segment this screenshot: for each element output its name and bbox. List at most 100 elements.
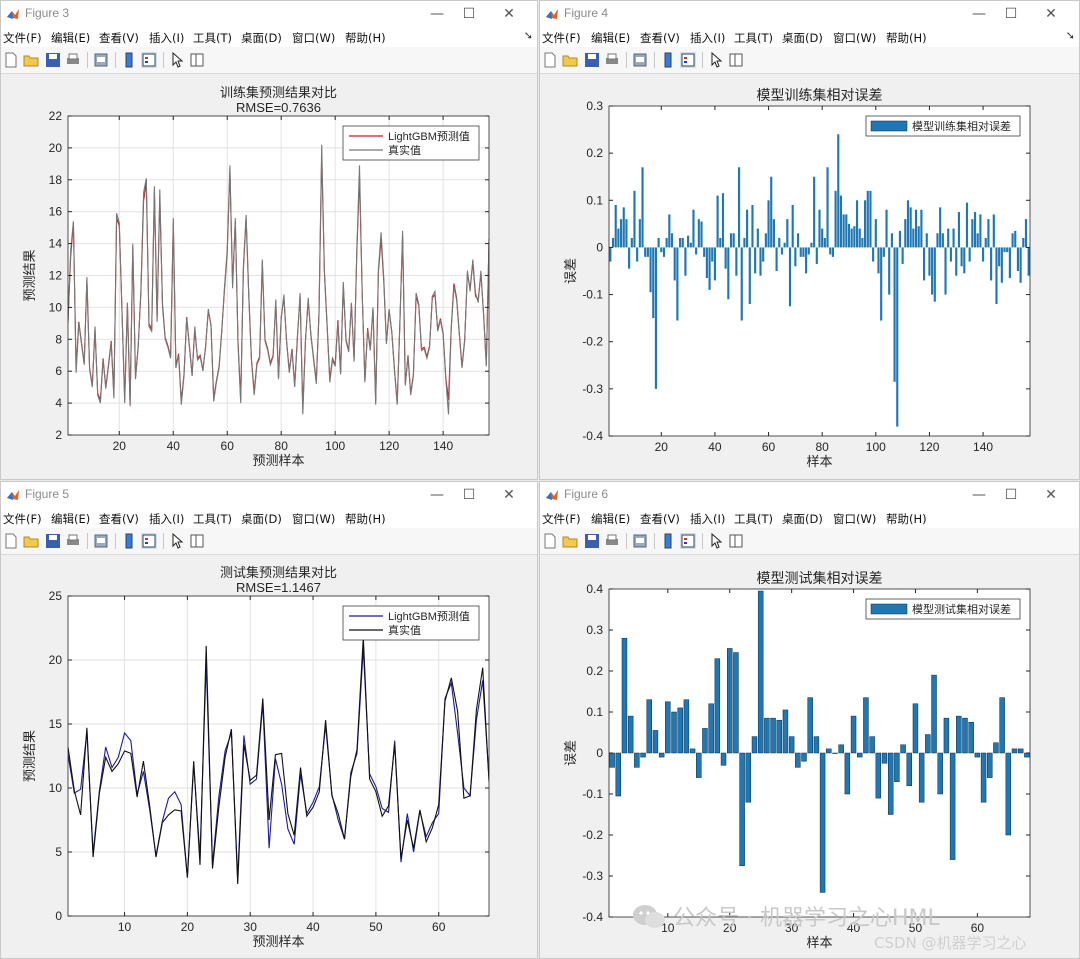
new-figure-icon[interactable] xyxy=(542,533,558,549)
window-titlebar[interactable]: Figure 3 — ☐ ✕ xyxy=(1,1,537,27)
dock-arrow-icon[interactable]: ➘ xyxy=(524,29,533,42)
legend-icon[interactable] xyxy=(680,52,696,68)
window-titlebar[interactable]: Figure 6 — ☐ ✕ xyxy=(540,482,1079,508)
menu-view[interactable]: 查看(V) xyxy=(99,511,139,527)
print-preview-icon[interactable] xyxy=(632,533,648,549)
property-editor-icon[interactable] xyxy=(728,533,744,549)
menu-view[interactable]: 查看(V) xyxy=(640,511,680,527)
save-icon[interactable] xyxy=(45,52,61,68)
open-file-icon[interactable] xyxy=(23,533,39,549)
minimize-icon[interactable]: — xyxy=(963,484,995,506)
colorbar-icon[interactable] xyxy=(660,533,676,549)
property-editor-icon[interactable] xyxy=(728,52,744,68)
error-bar xyxy=(767,200,770,248)
menu-insert[interactable]: 插入(I) xyxy=(149,511,184,527)
print-icon[interactable] xyxy=(604,52,620,68)
menu-insert[interactable]: 插入(I) xyxy=(690,511,725,527)
pointer-icon[interactable] xyxy=(708,52,724,68)
print-icon[interactable] xyxy=(65,52,81,68)
colorbar-icon[interactable] xyxy=(121,52,137,68)
open-file-icon[interactable] xyxy=(562,52,578,68)
new-figure-icon[interactable] xyxy=(542,52,558,68)
maximize-icon[interactable]: ☐ xyxy=(995,484,1027,506)
window-titlebar[interactable]: Figure 5 — ☐ ✕ xyxy=(1,482,537,508)
menu-file[interactable]: 文件(F) xyxy=(3,30,42,46)
new-figure-icon[interactable] xyxy=(3,533,19,549)
menu-file[interactable]: 文件(F) xyxy=(3,511,42,527)
menu-tools[interactable]: 工具(T) xyxy=(193,30,232,46)
minimize-icon[interactable]: — xyxy=(421,3,453,25)
menu-help[interactable]: 帮助(H) xyxy=(345,511,386,527)
minimize-icon[interactable]: — xyxy=(421,484,453,506)
close-icon[interactable]: ✕ xyxy=(493,484,525,506)
save-icon[interactable] xyxy=(584,52,600,68)
close-icon[interactable]: ✕ xyxy=(1035,484,1067,506)
legend-icon[interactable] xyxy=(141,52,157,68)
menu-desktop[interactable]: 桌面(D) xyxy=(241,511,282,527)
error-bar xyxy=(1022,238,1025,248)
menu-insert[interactable]: 插入(I) xyxy=(149,30,184,46)
x-tick-label: 20 xyxy=(113,439,127,453)
menu-help[interactable]: 帮助(H) xyxy=(345,30,386,46)
maximize-icon[interactable]: ☐ xyxy=(995,3,1027,25)
new-figure-icon[interactable] xyxy=(3,52,19,68)
menu-file[interactable]: 文件(F) xyxy=(542,30,581,46)
menu-edit[interactable]: 编辑(E) xyxy=(591,30,630,46)
pointer-icon[interactable] xyxy=(708,533,724,549)
menu-edit[interactable]: 编辑(E) xyxy=(591,511,630,527)
menu-window[interactable]: 窗口(W) xyxy=(833,30,876,46)
legend-icon[interactable] xyxy=(680,533,696,549)
menu-tools[interactable]: 工具(T) xyxy=(734,30,773,46)
error-bar xyxy=(677,707,683,754)
error-bar xyxy=(1008,247,1011,279)
menu-desktop[interactable]: 桌面(D) xyxy=(782,511,823,527)
dock-arrow-icon[interactable]: ➘ xyxy=(1066,29,1075,42)
error-bar xyxy=(925,233,928,248)
colorbar-icon[interactable] xyxy=(121,533,137,549)
property-editor-icon[interactable] xyxy=(189,533,205,549)
close-icon[interactable]: ✕ xyxy=(493,3,525,25)
menu-file[interactable]: 文件(F) xyxy=(542,511,581,527)
menu-view[interactable]: 查看(V) xyxy=(640,30,680,46)
open-file-icon[interactable] xyxy=(23,52,39,68)
save-icon[interactable] xyxy=(584,533,600,549)
window-titlebar[interactable]: Figure 4 — ☐ ✕ xyxy=(540,1,1079,27)
error-bar xyxy=(831,247,834,257)
menu-tools[interactable]: 工具(T) xyxy=(734,511,773,527)
open-file-icon[interactable] xyxy=(562,533,578,549)
minimize-icon[interactable]: — xyxy=(963,3,995,25)
menu-edit[interactable]: 编辑(E) xyxy=(51,30,90,46)
save-icon[interactable] xyxy=(45,533,61,549)
print-preview-icon[interactable] xyxy=(632,52,648,68)
print-preview-icon[interactable] xyxy=(93,533,109,549)
colorbar-icon[interactable] xyxy=(660,52,676,68)
menu-window[interactable]: 窗口(W) xyxy=(292,30,335,46)
menu-bar: 文件(F) 编辑(E) 查看(V) 插入(I) 工具(T) 桌面(D) 窗口(W… xyxy=(1,508,537,528)
menu-edit[interactable]: 编辑(E) xyxy=(51,511,90,527)
maximize-icon[interactable]: ☐ xyxy=(453,3,485,25)
error-bar xyxy=(880,247,883,321)
menu-desktop[interactable]: 桌面(D) xyxy=(241,30,282,46)
menu-tools[interactable]: 工具(T) xyxy=(193,511,232,527)
legend-label: 真实值 xyxy=(388,623,421,637)
maximize-icon[interactable]: ☐ xyxy=(453,484,485,506)
print-icon[interactable] xyxy=(604,533,620,549)
print-icon[interactable] xyxy=(65,533,81,549)
pointer-icon[interactable] xyxy=(169,52,185,68)
pointer-icon[interactable] xyxy=(169,533,185,549)
menu-help[interactable]: 帮助(H) xyxy=(886,511,927,527)
close-icon[interactable]: ✕ xyxy=(1035,3,1067,25)
property-editor-icon[interactable] xyxy=(189,52,205,68)
menu-help[interactable]: 帮助(H) xyxy=(886,30,927,46)
error-bar xyxy=(917,226,920,248)
legend-icon[interactable] xyxy=(141,533,157,549)
error-bar xyxy=(700,221,703,248)
menu-view[interactable]: 查看(V) xyxy=(99,30,139,46)
menu-insert[interactable]: 插入(I) xyxy=(690,30,725,46)
error-bar xyxy=(805,247,808,274)
print-preview-icon[interactable] xyxy=(93,52,109,68)
menu-window[interactable]: 窗口(W) xyxy=(833,511,876,527)
error-bar xyxy=(692,209,695,248)
menu-window[interactable]: 窗口(W) xyxy=(292,511,335,527)
menu-desktop[interactable]: 桌面(D) xyxy=(782,30,823,46)
